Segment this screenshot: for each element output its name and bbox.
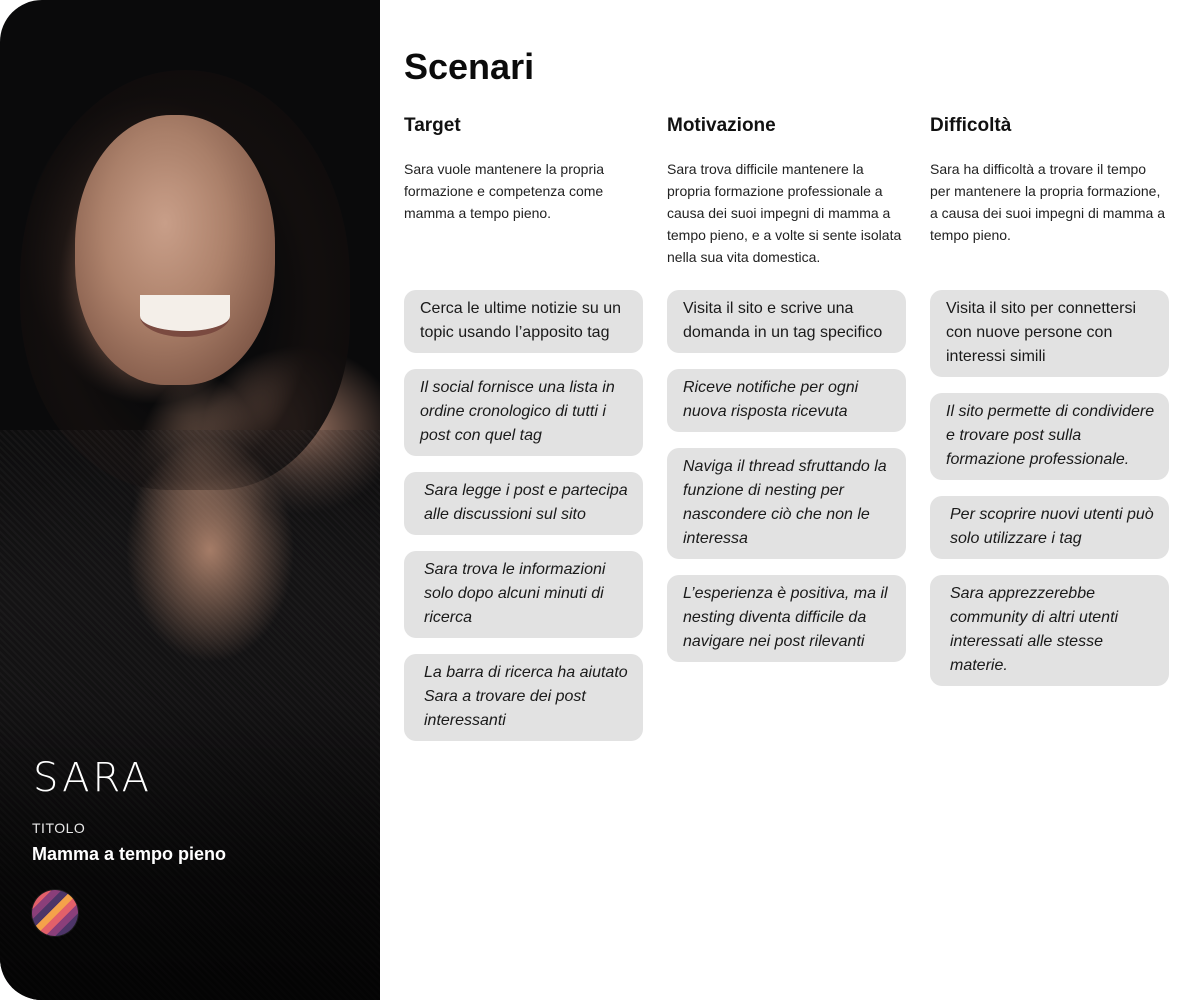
scenario-card: Sara apprezzerebbe community di altri ut… (930, 575, 1169, 686)
scenario-card: Visita il sito e scrive una domanda in u… (667, 290, 906, 353)
scenario-card: Sara trova le informazioni solo dopo alc… (404, 551, 643, 638)
persona-title-label: TITOLO (32, 820, 86, 836)
column-target: Target Sara vuole mantenere la propria f… (404, 114, 644, 757)
persona-page: SARA TITOLO Mamma a tempo pieno Scenari … (0, 0, 1194, 1000)
scenario-card: Il sito permette di condividere e trovar… (930, 393, 1169, 480)
avatar (32, 890, 78, 936)
page-title: Scenari (404, 46, 535, 87)
scenario-card: Visita il sito per connettersi con nuove… (930, 290, 1169, 377)
column-description: Sara vuole mantenere la propria formazio… (404, 161, 605, 221)
scenario-card: Il social fornisce una lista in ordine c… (404, 369, 643, 456)
scenario-card: Cerca le ultime notizie su un topic usan… (404, 290, 643, 353)
column-title: Target (404, 115, 461, 136)
scenario-card: La barra di ricerca ha aiutato Sara a tr… (404, 654, 643, 741)
column-description: Sara ha difficoltà a trovare il tempo pe… (930, 161, 1166, 243)
persona-name: SARA (33, 755, 153, 801)
scenario-card-list: Visita il sito e scrive una domanda in u… (667, 290, 907, 662)
profile-photo-smile (140, 295, 230, 337)
scenario-card-list: Cerca le ultime notizie su un topic usan… (404, 290, 644, 741)
scenario-card-list: Visita il sito per connettersi con nuove… (930, 290, 1170, 686)
column-difficolta: Difficoltà Sara ha difficoltà a trovare … (930, 114, 1170, 702)
column-title: Difficoltà (930, 115, 1012, 136)
persona-title-value: Mamma a tempo pieno (32, 844, 227, 864)
column-motivazione: Motivazione Sara trova difficile mantene… (667, 114, 907, 678)
profile-photo-face (75, 115, 275, 385)
scenario-card: L’esperienza è positiva, ma il nesting d… (667, 575, 906, 662)
scenario-card: Sara legge i post e partecipa alle discu… (404, 472, 643, 535)
scenario-card: Riceve notifiche per ogni nuova risposta… (667, 369, 906, 432)
scenario-card: Per scoprire nuovi utenti può solo utili… (930, 496, 1169, 559)
profile-panel: SARA TITOLO Mamma a tempo pieno (0, 0, 380, 1000)
scenario-card: Naviga il thread sfruttando la funzione … (667, 448, 906, 559)
column-description: Sara trova difficile mantenere la propri… (667, 161, 902, 265)
column-title: Motivazione (667, 115, 776, 136)
